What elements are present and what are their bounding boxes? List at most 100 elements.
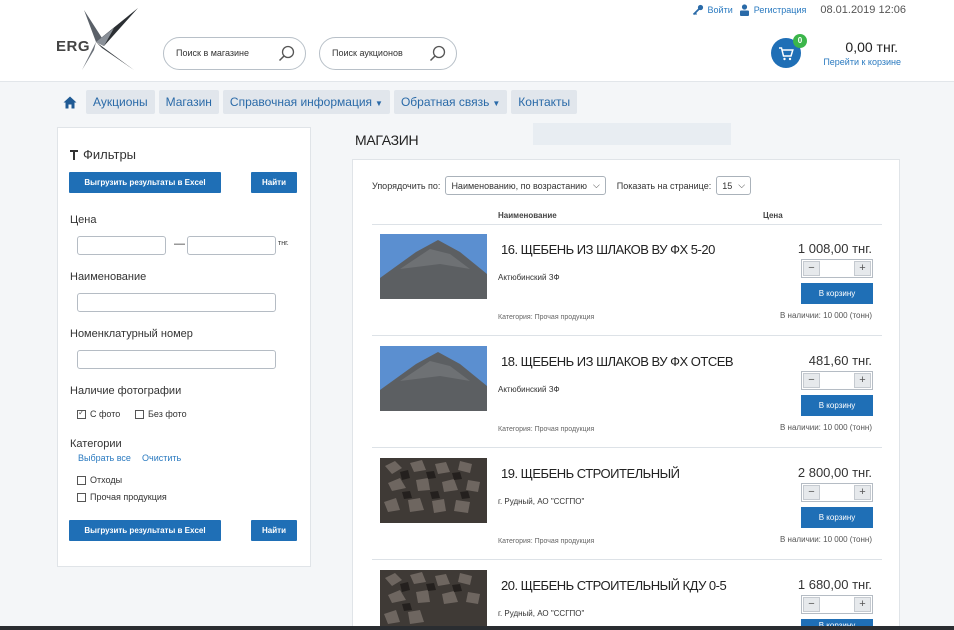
price-label: Цена [70,214,97,226]
page-title: МАГАЗИН [355,132,419,148]
store-search-input[interactable] [176,48,268,58]
find-button-bottom[interactable]: Найти [251,520,297,541]
erg-logo[interactable]: ERG [54,8,138,74]
auction-search-input[interactable] [332,48,424,58]
minus-button[interactable]: − [803,597,820,612]
find-button[interactable]: Найти [251,172,297,193]
main-nav: Аукционы Магазин Справочная информация ▼ … [58,90,578,114]
nav-item-shop[interactable]: Магазин [158,90,219,114]
login-label: Войти [707,5,733,15]
nomenclature-input[interactable] [77,350,276,369]
minus-button[interactable]: − [803,261,820,276]
nav-item-reference[interactable]: Справочная информация ▼ [222,90,390,114]
select-all-link[interactable]: Выбрать все [78,453,131,463]
name-label: Наименование [70,271,147,283]
gravel-pile-image [380,346,487,411]
go-to-cart-link[interactable]: Перейти к корзине [823,57,901,67]
product-image[interactable] [380,346,487,411]
minus-button[interactable]: − [803,373,820,388]
product-name-link[interactable]: 18. ЩЕБЕНЬ ИЗ ШЛАКОВ ВУ ФХ ОТСЕВ [501,354,734,369]
nav-item-feedback[interactable]: Обратная связь ▼ [393,90,508,114]
plus-button[interactable]: + [854,373,871,388]
category-waste-label: Отходы [90,475,123,485]
column-price-header: Цена [763,211,783,220]
home-link[interactable] [58,90,82,114]
add-to-cart-button[interactable]: В корзину [801,395,873,416]
export-excel-button-bottom[interactable]: Выгрузить результаты в Excel [69,520,221,541]
clear-link[interactable]: Очистить [142,453,181,463]
quantity-stepper[interactable]: − + [801,595,873,614]
nav-reference-label: Справочная информация [229,95,373,109]
add-to-cart-button[interactable]: В корзину [801,507,873,528]
quantity-stepper[interactable]: − + [801,483,873,502]
nav-item-contacts[interactable]: Контакты [511,90,578,114]
minus-button[interactable]: − [803,485,820,500]
without-photo-checkbox[interactable]: Без фото [135,409,187,419]
product-image[interactable] [380,458,487,523]
checkbox-checked[interactable] [77,408,86,419]
product-seller: Актюбинский ЗФ [498,273,560,282]
user-icon [739,4,749,16]
register-label: Регистрация [753,5,807,15]
product-category: Категория: Прочая продукция [498,538,595,545]
site-header: ERG Войти Регистрация [0,0,954,82]
sort-label: Упорядочить по: [372,180,441,191]
sort-select[interactable]: Наименованию, по возрастанию ⌵ [445,176,606,195]
product-seller: Актюбинский ЗФ [498,385,560,394]
quantity-stepper[interactable]: − + [801,259,873,278]
store-search[interactable] [163,37,306,70]
price-max-input[interactable] [187,236,276,255]
product-seller: г. Рудный, АО "ССГПО" [498,497,585,506]
checkbox-unchecked[interactable] [77,492,86,502]
bottom-edge [0,626,954,630]
product-stock: В наличии: 10 000 (тонн) [780,535,872,544]
divider [372,224,882,225]
add-to-cart-button[interactable]: В корзину [801,283,873,304]
plus-button[interactable]: + [854,261,871,276]
product-stock: В наличии: 10 000 (тонн) [780,311,872,320]
divider [372,559,882,560]
search-icon[interactable] [429,45,446,62]
filters-title: Фильтры [70,147,136,162]
crushed-stone-image [380,570,487,630]
category-waste-checkbox[interactable]: Отходы [77,475,122,485]
filters-panel: Фильтры Выгрузить результаты в Excel Най… [57,127,311,567]
export-excel-button[interactable]: Выгрузить результаты в Excel [69,172,221,193]
product-name-link[interactable]: 19. ЩЕБЕНЬ СТРОИТЕЛЬНЫЙ [501,466,680,481]
product-image[interactable] [380,570,487,630]
sort-controls: Упорядочить по: Наименованию, по возраст… [372,176,752,195]
checkbox-unchecked[interactable] [135,409,144,419]
name-input[interactable] [77,293,276,312]
nav-item-auctions[interactable]: Аукционы [86,90,155,114]
plus-button[interactable]: + [854,485,871,500]
product-price: 1 008,00 тнг. [797,241,872,256]
without-photo-label: Без фото [148,409,187,419]
product-seller: г. Рудный, АО "ССГПО" [498,609,585,618]
price-min-input[interactable] [77,236,166,255]
products-panel: Упорядочить по: Наименованию, по возраст… [352,159,900,630]
per-page-value: 15 [722,180,733,191]
search-icon[interactable] [278,45,295,62]
faded-overlay [533,123,731,145]
register-link[interactable]: Регистрация [739,4,807,16]
with-photo-checkbox[interactable]: С фото [77,408,121,419]
plus-button[interactable]: + [854,597,871,612]
checkbox-unchecked[interactable] [77,475,86,485]
nav-contacts-label: Контакты [518,95,571,109]
quantity-stepper[interactable]: − + [801,371,873,390]
caret-down-icon: ▼ [492,99,501,108]
caret-down-icon: ▼ [375,99,383,108]
category-other-checkbox[interactable]: Прочая продукция [77,492,167,502]
sort-value: Наименованию, по возрастанию [451,180,587,191]
product-image[interactable] [380,234,487,299]
auction-search[interactable] [319,37,457,70]
with-photo-label: С фото [90,409,121,419]
nav-auctions-label: Аукционы [93,95,148,109]
chevron-down-icon: ⌵ [592,180,600,190]
logo-text: ERG [56,38,91,55]
per-page-select[interactable]: 15 ⌵ [716,176,752,195]
home-icon [63,96,77,108]
login-link[interactable]: Войти [692,4,733,16]
product-name-link[interactable]: 16. ЩЕБЕНЬ ИЗ ШЛАКОВ ВУ ФХ 5-20 [501,242,715,257]
product-name-link[interactable]: 20. ЩЕБЕНЬ СТРОИТЕЛЬНЫЙ КДУ 0-5 [501,578,727,593]
